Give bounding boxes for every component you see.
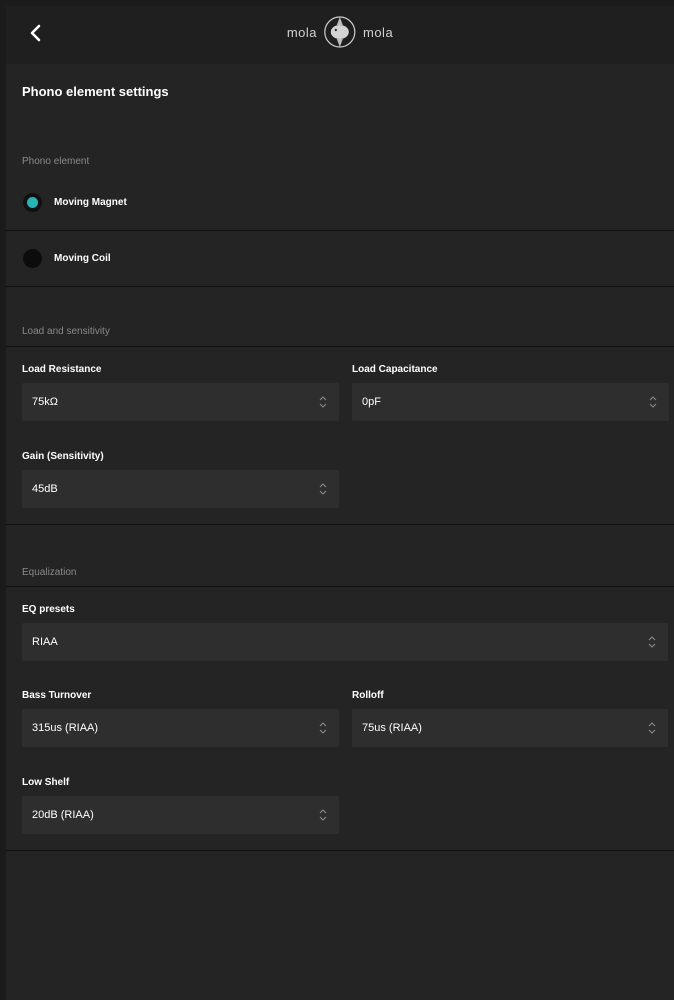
section-label-load-sensitivity: Load and sensitivity <box>22 326 110 337</box>
sort-arrows-icon <box>319 809 327 821</box>
section-label-phono-element: Phono element <box>22 156 90 167</box>
gain-select[interactable]: 45dB <box>22 470 339 508</box>
back-button[interactable] <box>20 18 50 48</box>
mola-fish-icon <box>324 16 356 48</box>
divider <box>6 850 674 851</box>
app-frame: mola mola Phono element settings Phono e… <box>6 6 674 1000</box>
low-shelf-select[interactable]: 20dB (RIAA) <box>22 796 339 834</box>
label-load-capacitance: Load Capacitance <box>352 364 438 375</box>
brand-logo: mola mola <box>287 15 393 49</box>
page-title: Phono element settings <box>22 84 169 99</box>
rolloff-select[interactable]: 75us (RIAA) <box>352 709 668 747</box>
label-load-resistance: Load Resistance <box>22 364 102 375</box>
radio-unchecked-icon <box>23 248 42 268</box>
divider <box>6 346 674 347</box>
eq-presets-value: RIAA <box>32 636 58 648</box>
bass-turnover-value: 315us (RIAA) <box>32 722 99 734</box>
label-eq-presets: EQ presets <box>22 604 75 615</box>
sort-arrows-icon <box>649 396 657 408</box>
label-rolloff: Rolloff <box>352 690 384 701</box>
low-shelf-value: 20dB (RIAA) <box>32 809 94 821</box>
divider <box>6 586 674 587</box>
section-label-equalization: Equalization <box>22 567 77 578</box>
radio-checked-icon <box>23 192 42 212</box>
radio-label-moving-magnet: Moving Magnet <box>54 196 127 208</box>
radio-moving-coil[interactable]: Moving Coil <box>6 230 674 286</box>
load-capacitance-select[interactable]: 0pF <box>352 383 669 421</box>
radio-moving-magnet[interactable]: Moving Magnet <box>6 174 674 230</box>
chevron-left-icon <box>30 24 41 42</box>
bass-turnover-select[interactable]: 315us (RIAA) <box>22 709 339 747</box>
sort-arrows-icon <box>319 483 327 495</box>
divider <box>6 286 674 287</box>
load-capacitance-value: 0pF <box>362 396 381 408</box>
logo-word-left: mola <box>286 24 317 40</box>
eq-presets-select[interactable]: RIAA <box>22 623 668 661</box>
rolloff-value: 75us (RIAA) <box>362 722 422 734</box>
logo-word-right: mola <box>363 24 394 40</box>
sort-arrows-icon <box>648 636 656 648</box>
load-resistance-value: 75kΩ <box>32 396 58 408</box>
label-low-shelf: Low Shelf <box>22 777 70 788</box>
gain-value: 45dB <box>32 483 58 495</box>
label-gain: Gain (Sensitivity) <box>22 451 104 462</box>
radio-label-moving-coil: Moving Coil <box>54 252 111 264</box>
divider <box>6 524 674 525</box>
load-resistance-select[interactable]: 75kΩ <box>22 383 339 421</box>
label-bass-turnover: Bass Turnover <box>22 690 92 701</box>
sort-arrows-icon <box>319 396 327 408</box>
sort-arrows-icon <box>319 722 327 734</box>
top-bar: mola mola <box>6 6 674 64</box>
sort-arrows-icon <box>648 722 656 734</box>
